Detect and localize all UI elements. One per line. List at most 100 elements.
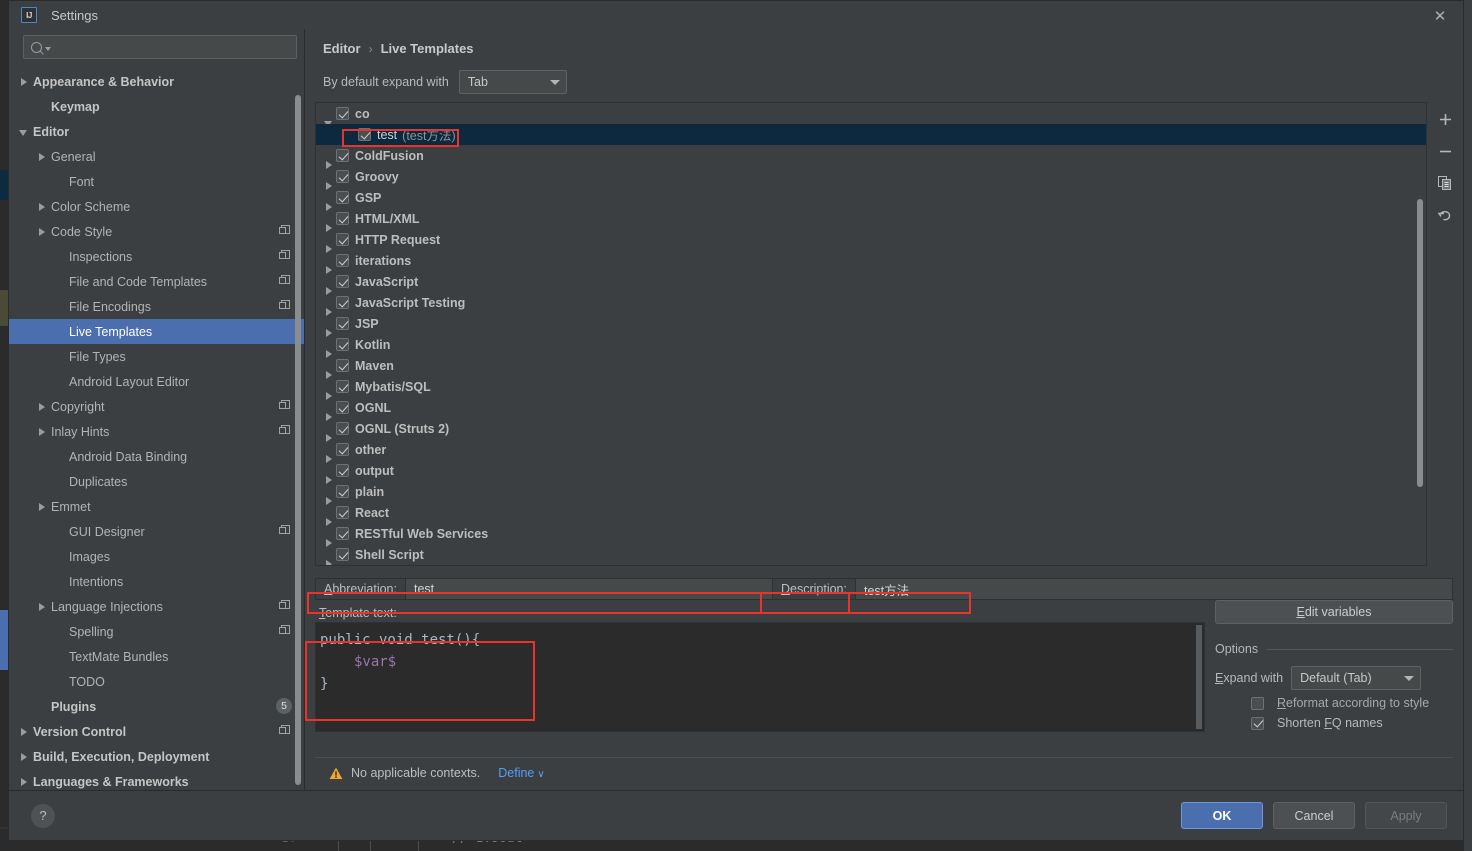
sidebar-item-file-types[interactable]: File Types (9, 344, 304, 369)
sidebar-item-language-injections[interactable]: Language Injections (9, 594, 304, 619)
abbreviation-input[interactable]: test (406, 579, 772, 599)
template-enabled-checkbox[interactable] (358, 128, 371, 141)
template-enabled-checkbox[interactable] (336, 548, 349, 561)
sidebar-item-copyright[interactable]: Copyright (9, 394, 304, 419)
template-enabled-checkbox[interactable] (336, 149, 349, 162)
template-group-row[interactable]: plain (316, 481, 1426, 502)
template-group-row[interactable]: HTML/XML (316, 208, 1426, 229)
sidebar-item-languages-frameworks[interactable]: Languages & Frameworks (9, 769, 304, 790)
template-enabled-checkbox[interactable] (336, 359, 349, 372)
template-group-row[interactable]: output (316, 460, 1426, 481)
reformat-checkbox-row[interactable]: Reformat according to style (1215, 696, 1453, 710)
chevron-right-icon[interactable] (37, 227, 47, 237)
template-group-row[interactable]: JSP (316, 313, 1426, 334)
cancel-button[interactable]: Cancel (1273, 802, 1355, 829)
sidebar-item-plugins[interactable]: Plugins5 (9, 694, 304, 719)
sidebar-item-duplicates[interactable]: Duplicates (9, 469, 304, 494)
template-enabled-checkbox[interactable] (336, 380, 349, 393)
breadcrumb-root[interactable]: Editor (323, 41, 361, 56)
chevron-right-icon[interactable] (19, 77, 29, 87)
sidebar-item-font[interactable]: Font (9, 169, 304, 194)
template-enabled-checkbox[interactable] (336, 338, 349, 351)
sidebar-item-code-style[interactable]: Code Style (9, 219, 304, 244)
chevron-down-icon[interactable] (19, 127, 29, 137)
template-group-row[interactable]: other (316, 439, 1426, 460)
shorten-fq-checkbox[interactable] (1251, 717, 1264, 730)
sidebar-item-general[interactable]: General (9, 144, 304, 169)
sidebar-item-build-execution-deployment[interactable]: Build, Execution, Deployment (9, 744, 304, 769)
template-group-row[interactable]: test(test方法) (316, 124, 1426, 145)
chevron-right-icon[interactable] (37, 502, 47, 512)
sidebar-item-todo[interactable]: TODO (9, 669, 304, 694)
template-group-row[interactable]: iterations (316, 250, 1426, 271)
sidebar-item-color-scheme[interactable]: Color Scheme (9, 194, 304, 219)
sidebar-item-images[interactable]: Images (9, 544, 304, 569)
sidebar-item-version-control[interactable]: Version Control (9, 719, 304, 744)
template-group-row[interactable]: OGNL (316, 397, 1426, 418)
template-group-row[interactable]: React (316, 502, 1426, 523)
chevron-right-icon[interactable] (37, 152, 47, 162)
template-enabled-checkbox[interactable] (336, 275, 349, 288)
template-group-row[interactable]: ColdFusion (316, 145, 1426, 166)
template-enabled-checkbox[interactable] (336, 170, 349, 183)
template-group-row[interactable]: Groovy (316, 166, 1426, 187)
help-icon[interactable]: ? (31, 804, 55, 828)
template-group-row[interactable]: JavaScript (316, 271, 1426, 292)
template-group-row[interactable]: co (316, 103, 1426, 124)
chevron-right-icon[interactable] (19, 727, 29, 737)
template-enabled-checkbox[interactable] (336, 401, 349, 414)
chevron-right-icon[interactable] (37, 427, 47, 437)
ok-button[interactable]: OK (1181, 802, 1263, 829)
template-group-row[interactable]: Kotlin (316, 334, 1426, 355)
template-group-row[interactable]: Shell Script (316, 544, 1426, 565)
sidebar-item-inlay-hints[interactable]: Inlay Hints (9, 419, 304, 444)
sidebar-item-appearance-behavior[interactable]: Appearance & Behavior (9, 69, 304, 94)
template-enabled-checkbox[interactable] (336, 527, 349, 540)
sidebar-item-inspections[interactable]: Inspections (9, 244, 304, 269)
template-enabled-checkbox[interactable] (336, 443, 349, 456)
template-enabled-checkbox[interactable] (336, 464, 349, 477)
duplicate-template-button[interactable] (1432, 172, 1458, 194)
default-expand-select[interactable]: Tab (459, 70, 567, 94)
template-group-row[interactable]: Mybatis/SQL (316, 376, 1426, 397)
chevron-right-icon[interactable] (19, 752, 29, 762)
templates-list[interactable]: cotest(test方法)ColdFusionGroovyGSPHTML/XM… (315, 102, 1427, 566)
close-icon[interactable]: ✕ (1431, 7, 1449, 25)
sidebar-scrollbar-thumb[interactable] (295, 95, 301, 785)
search-box[interactable] (23, 35, 297, 59)
chevron-right-icon[interactable] (37, 402, 47, 412)
sidebar-item-gui-designer[interactable]: GUI Designer (9, 519, 304, 544)
sidebar-item-android-data-binding[interactable]: Android Data Binding (9, 444, 304, 469)
template-enabled-checkbox[interactable] (336, 254, 349, 267)
template-enabled-checkbox[interactable] (336, 506, 349, 519)
template-group-row[interactable]: HTTP Request (316, 229, 1426, 250)
template-enabled-checkbox[interactable] (336, 191, 349, 204)
remove-template-button[interactable] (1432, 140, 1458, 162)
chevron-right-icon[interactable] (37, 202, 47, 212)
sidebar-item-emmet[interactable]: Emmet (9, 494, 304, 519)
template-group-row[interactable]: OGNL (Struts 2) (316, 418, 1426, 439)
shorten-checkbox-row[interactable]: Shorten FQ names (1215, 716, 1453, 730)
sidebar-item-file-and-code-templates[interactable]: File and Code Templates (9, 269, 304, 294)
template-group-row[interactable]: JavaScript Testing (316, 292, 1426, 313)
sidebar-item-spelling[interactable]: Spelling (9, 619, 304, 644)
template-text-editor[interactable]: public void test(){ $var$ } (315, 622, 1205, 732)
sidebar-item-intentions[interactable]: Intentions (9, 569, 304, 594)
template-enabled-checkbox[interactable] (336, 296, 349, 309)
define-context-link[interactable]: Define∨ (498, 766, 544, 780)
template-enabled-checkbox[interactable] (336, 212, 349, 225)
revert-changes-button[interactable] (1432, 204, 1458, 226)
settings-tree[interactable]: Appearance & BehaviorKeymapEditorGeneral… (9, 67, 304, 790)
sidebar-item-file-encodings[interactable]: File Encodings (9, 294, 304, 319)
template-enabled-checkbox[interactable] (336, 107, 349, 120)
template-enabled-checkbox[interactable] (336, 317, 349, 330)
sidebar-item-editor[interactable]: Editor (9, 119, 304, 144)
template-group-row[interactable]: Maven (316, 355, 1426, 376)
template-group-row[interactable]: RESTful Web Services (316, 523, 1426, 544)
description-input[interactable]: test方法 (856, 579, 1452, 599)
sidebar-item-live-templates[interactable]: Live Templates (9, 319, 304, 344)
template-enabled-checkbox[interactable] (336, 422, 349, 435)
add-template-button[interactable] (1432, 108, 1458, 130)
reformat-checkbox[interactable] (1251, 697, 1264, 710)
template-editor-scrollbar[interactable] (1196, 625, 1202, 729)
